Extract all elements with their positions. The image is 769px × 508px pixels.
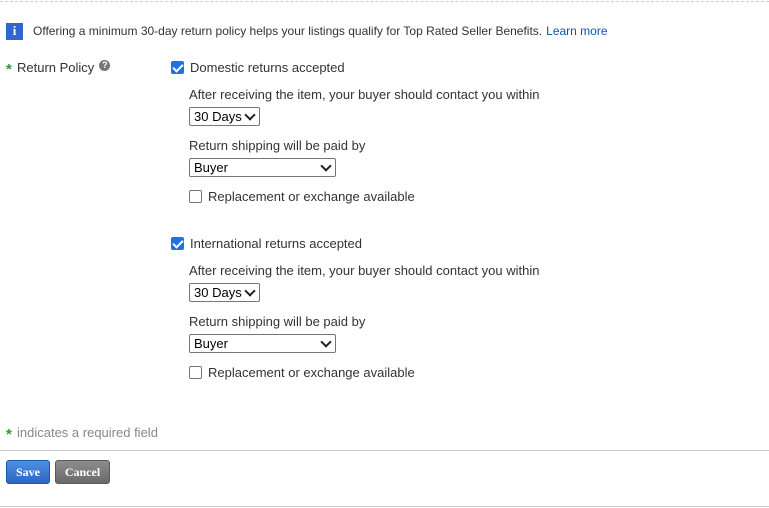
save-button[interactable]: Save (6, 460, 50, 484)
international-returns-label: International returns accepted (190, 236, 362, 251)
domestic-replacement-checkbox[interactable] (189, 190, 202, 203)
international-shipping-value: Buyer (194, 336, 228, 351)
domestic-returns-checkbox[interactable] (171, 61, 184, 74)
domestic-shipping-label: Return shipping will be paid by (189, 138, 366, 153)
return-policy-label: Return Policy ? (17, 59, 111, 75)
learn-more-link[interactable]: Learn more (546, 24, 607, 38)
required-field-note: indicates a required field (17, 425, 158, 440)
help-icon[interactable]: ? (99, 59, 111, 71)
chevron-down-icon (320, 159, 332, 172)
required-star-icon: * (6, 61, 12, 78)
international-contact-select[interactable]: 30 Days (189, 283, 260, 302)
cancel-button[interactable]: Cancel (55, 460, 110, 484)
international-replacement-checkbox[interactable] (189, 366, 202, 379)
domestic-returns-label: Domestic returns accepted (190, 60, 345, 75)
domestic-shipping-select[interactable]: Buyer (189, 158, 336, 177)
info-message-text: Offering a minimum 30-day return policy … (33, 24, 543, 38)
info-icon: i (6, 22, 23, 40)
domestic-shipping-value: Buyer (194, 160, 228, 175)
domestic-replacement-row[interactable]: Replacement or exchange available (189, 189, 415, 204)
domestic-replacement-label: Replacement or exchange available (208, 189, 415, 204)
chevron-down-icon (244, 108, 256, 121)
required-star-icon: * (6, 426, 12, 443)
chevron-down-icon (320, 335, 332, 348)
domestic-returns-row[interactable]: Domestic returns accepted (171, 60, 345, 75)
domestic-contact-label: After receiving the item, your buyer sho… (189, 87, 540, 102)
international-returns-row[interactable]: International returns accepted (171, 236, 362, 251)
field-label-text: Return Policy (17, 60, 95, 75)
international-returns-checkbox[interactable] (171, 237, 184, 250)
actions-divider (0, 450, 769, 451)
international-shipping-label: Return shipping will be paid by (189, 314, 366, 329)
chevron-down-icon (244, 284, 256, 297)
international-contact-label: After receiving the item, your buyer sho… (189, 263, 540, 278)
info-banner: i Offering a minimum 30-day return polic… (6, 22, 608, 40)
top-divider (0, 1, 769, 2)
info-message: Offering a minimum 30-day return policy … (33, 24, 608, 38)
international-shipping-select[interactable]: Buyer (189, 334, 336, 353)
international-replacement-row[interactable]: Replacement or exchange available (189, 365, 415, 380)
international-replacement-label: Replacement or exchange available (208, 365, 415, 380)
domestic-contact-value: 30 Days (194, 109, 242, 124)
international-contact-value: 30 Days (194, 285, 242, 300)
bottom-divider (0, 506, 769, 507)
domestic-contact-select[interactable]: 30 Days (189, 107, 260, 126)
